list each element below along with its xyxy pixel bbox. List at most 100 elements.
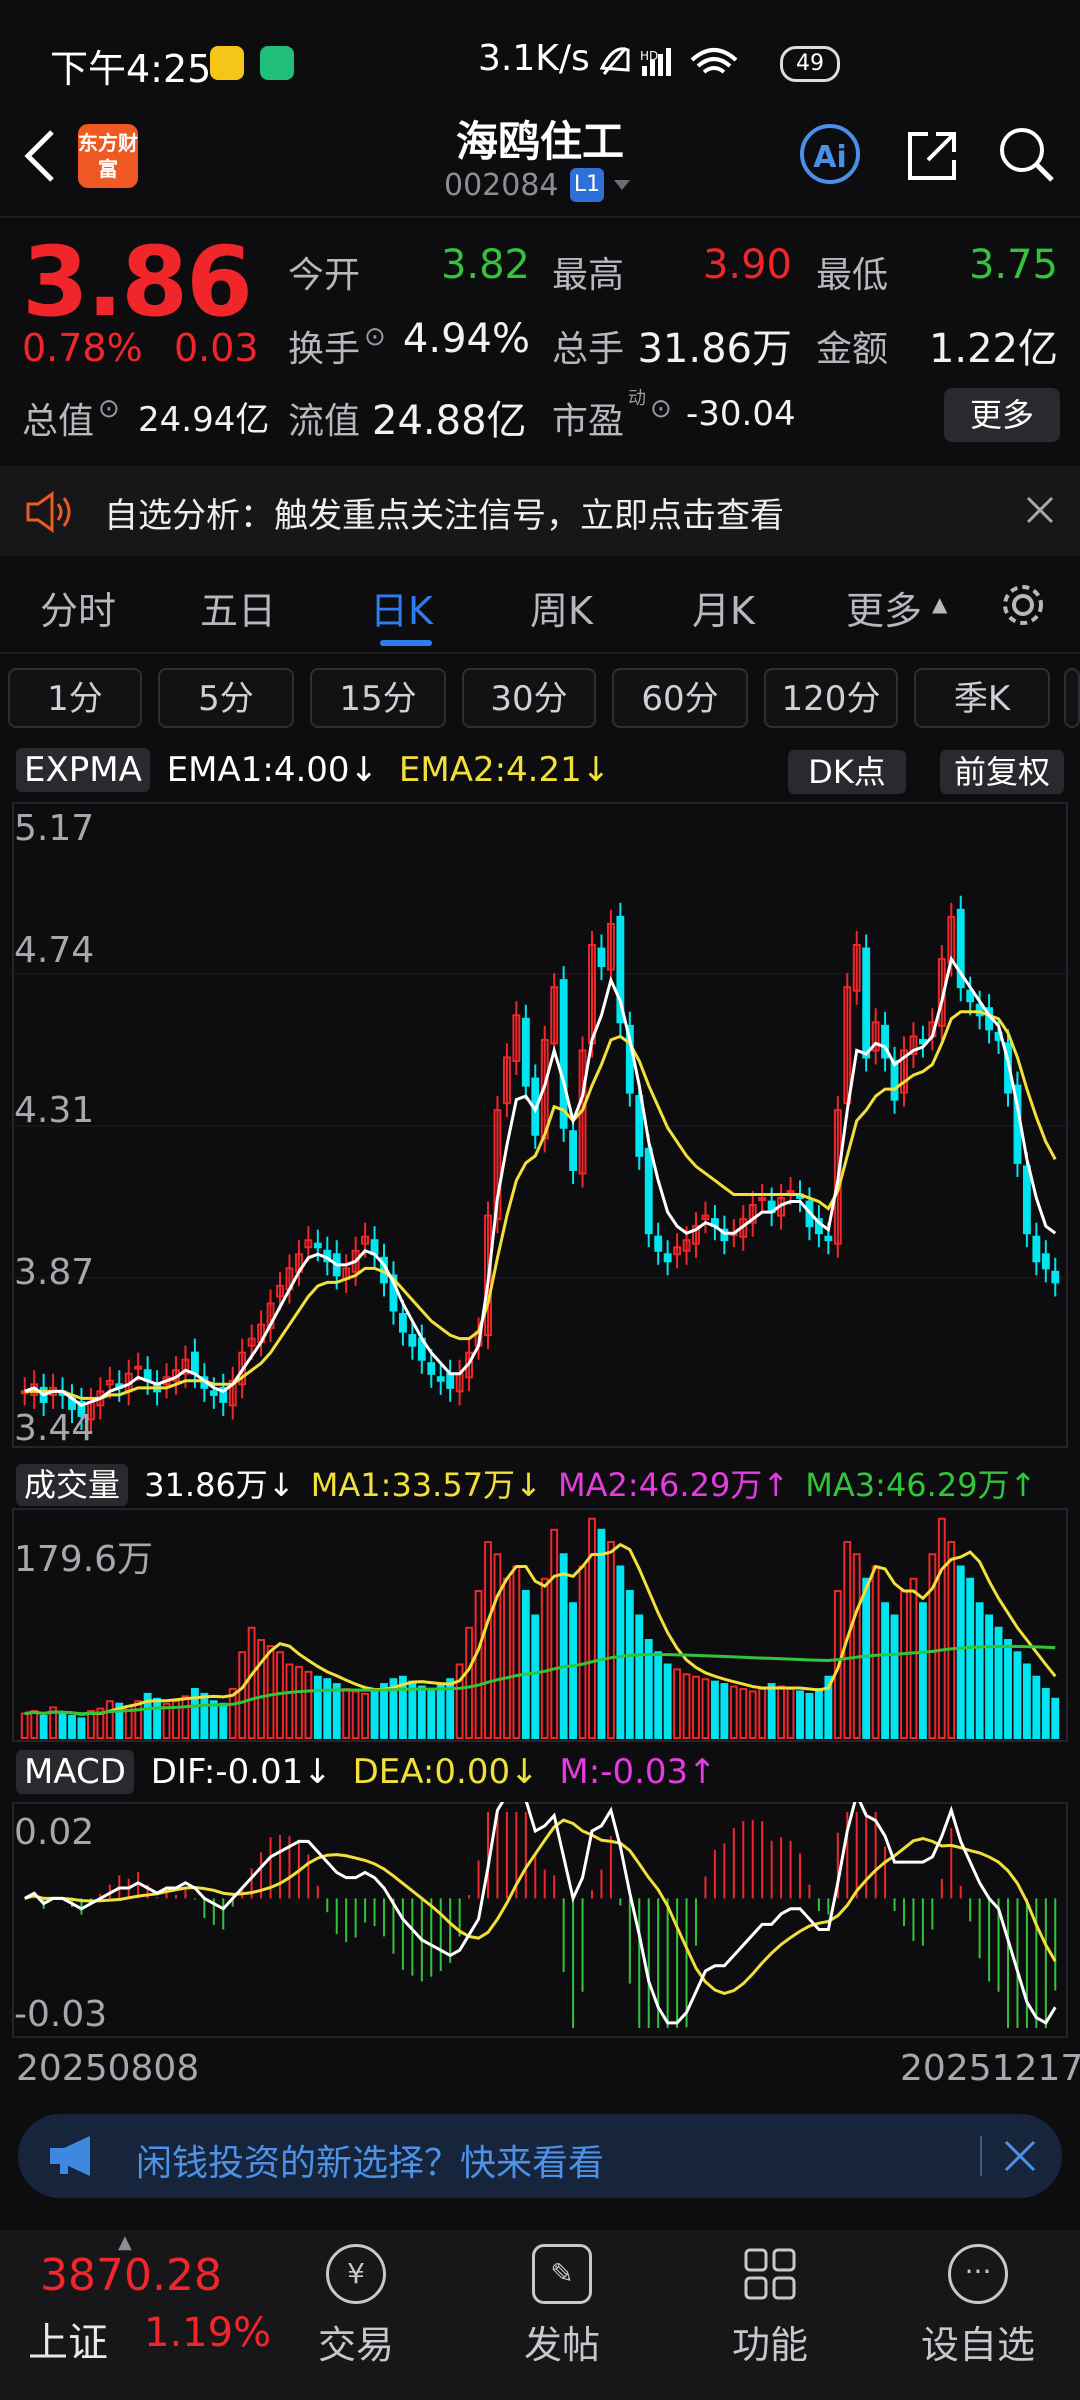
price-chart[interactable] — [12, 802, 1068, 1448]
candle-body — [190, 1351, 199, 1375]
level-badge[interactable]: L1 — [570, 168, 604, 202]
end-date: 20251217 — [900, 2048, 1080, 2089]
index-name[interactable]: 上证 — [28, 2310, 108, 2368]
volume-indicator-selector[interactable]: 成交量 — [16, 1464, 129, 1506]
close-icon[interactable] — [1002, 2138, 1038, 2174]
volume-bar — [1051, 1697, 1060, 1740]
tab-daily-k[interactable]: 日K — [370, 580, 433, 635]
period-15min[interactable]: 15分 — [310, 668, 446, 728]
info-icon[interactable]: ⊙ — [364, 322, 386, 352]
speaker-icon — [26, 491, 71, 533]
candle-body — [209, 1390, 218, 1396]
volume-bar — [881, 1602, 890, 1740]
volume-current: 31.86万 — [144, 1466, 268, 1504]
volume-bar — [1032, 1675, 1041, 1739]
macd-indicator-row: MACD DIF:-0.01↓ DEA:0.00↓ M:-0.03↑ — [16, 1750, 717, 1794]
yen-icon: ¥ — [326, 2244, 386, 2304]
volume-bar — [219, 1702, 228, 1739]
period-1min[interactable]: 1分 — [8, 668, 142, 728]
info-icon[interactable]: ⊙ — [650, 394, 672, 424]
volume-bar — [729, 1685, 738, 1739]
nav-add-watchlist-label: 设自选 — [920, 2323, 1035, 2367]
volume-bar — [266, 1645, 275, 1740]
volume-bar — [777, 1685, 786, 1739]
tab-weekly-k[interactable]: 周K — [530, 580, 593, 635]
period-quarterly[interactable]: 季K — [914, 668, 1050, 728]
status-icons: HD — [599, 47, 738, 76]
dk-point-toggle[interactable]: DK点 — [788, 750, 906, 794]
notice-bar[interactable]: 自选分析：触发重点关注信号，立即点击查看 — [0, 466, 1080, 556]
period-120min[interactable]: 120分 — [764, 668, 898, 728]
period-5min[interactable]: 5分 — [158, 668, 294, 728]
volume-chart[interactable] — [12, 1508, 1068, 1742]
pe-dynamic-mark: 动 — [628, 388, 646, 409]
tab-more[interactable]: 更多 — [846, 580, 922, 635]
share-icon[interactable] — [902, 126, 962, 186]
period-60min[interactable]: 60分 — [612, 668, 748, 728]
volume-bar — [436, 1683, 445, 1739]
volume-bar — [484, 1541, 492, 1739]
volume-bar — [39, 1714, 48, 1740]
volume-bar — [909, 1577, 918, 1740]
ema2-value: EMA2:4.21 — [398, 750, 582, 790]
volume-bar — [342, 1688, 351, 1739]
battery-indicator: 49 — [780, 46, 840, 82]
nav-trade[interactable]: ¥ 交易 — [286, 2244, 426, 2369]
volume-bar — [332, 1683, 341, 1739]
candle-body — [134, 1365, 143, 1370]
volume-bar — [966, 1577, 975, 1740]
volume-label: 总手 — [552, 329, 625, 370]
volume-bar — [474, 1590, 483, 1739]
info-icon[interactable]: ⊙ — [98, 394, 120, 424]
indicator-selector[interactable]: EXPMA — [16, 748, 150, 792]
volume-bar — [597, 1528, 606, 1740]
status-bar: 下午4:25 3.1K/s HD 49 — [0, 0, 1080, 120]
volume-value: 31.86万 — [637, 326, 792, 372]
svg-text:HD: HD — [640, 49, 658, 63]
volume-bar — [493, 1553, 502, 1740]
volume-bar — [181, 1695, 190, 1740]
more-quote-button[interactable]: 更多 — [944, 388, 1060, 442]
volume-bar — [209, 1700, 218, 1739]
turnover-value: 4.94% — [402, 316, 530, 362]
tab-monthly-k[interactable]: 月K — [692, 580, 755, 635]
candle-body — [654, 1235, 663, 1252]
macd-chart[interactable] — [12, 1802, 1068, 2038]
open-value: 3.82 — [440, 242, 530, 288]
candle-body — [313, 1242, 322, 1249]
nav-functions[interactable]: 功能 — [700, 2244, 840, 2369]
volume-bar — [559, 1553, 568, 1740]
volume-bar — [682, 1673, 691, 1740]
volume-bar — [918, 1602, 927, 1740]
volume-bar — [86, 1710, 95, 1739]
candle-body — [890, 1059, 899, 1101]
volume-bar — [68, 1714, 76, 1740]
search-icon[interactable] — [996, 124, 1058, 186]
ema1-value: EMA1:4.00 — [166, 750, 350, 790]
index-value[interactable]: 3870.28 — [40, 2250, 222, 2301]
tab-intraday[interactable]: 分时 — [40, 580, 116, 635]
change-amount: 0.03 — [174, 326, 259, 370]
volume-bar — [720, 1683, 729, 1739]
nav-post[interactable]: ✎ 发帖 — [492, 2244, 632, 2369]
volume-bar — [105, 1700, 114, 1739]
macd-axis-top: 0.02 — [14, 1812, 95, 1853]
megaphone-icon — [50, 2136, 90, 2176]
volume-bar — [512, 1565, 521, 1739]
caret-up-icon: ▲ — [932, 592, 948, 616]
period-30min[interactable]: 30分 — [462, 668, 596, 728]
nav-add-watchlist[interactable]: ··· 设自选 — [908, 2244, 1048, 2369]
ai-button[interactable]: Ai — [800, 124, 860, 184]
float-cap-value: 24.88亿 — [372, 398, 527, 444]
volume-bar — [427, 1688, 436, 1739]
close-icon[interactable] — [1024, 494, 1056, 526]
period-overflow[interactable] — [1064, 668, 1080, 728]
volume-bar — [635, 1614, 644, 1739]
gear-icon[interactable] — [998, 580, 1048, 630]
adjust-mode-toggle[interactable]: 前复权 — [940, 750, 1064, 794]
macd-indicator-selector[interactable]: MACD — [16, 1750, 134, 1794]
tab-5day[interactable]: 五日 — [200, 580, 276, 635]
promo-banner[interactable]: 闲钱投资的新选择？快来看看 — [18, 2114, 1062, 2198]
volume-axis-label: 179.6万 — [14, 1539, 154, 1580]
volume-bar — [550, 1528, 559, 1740]
